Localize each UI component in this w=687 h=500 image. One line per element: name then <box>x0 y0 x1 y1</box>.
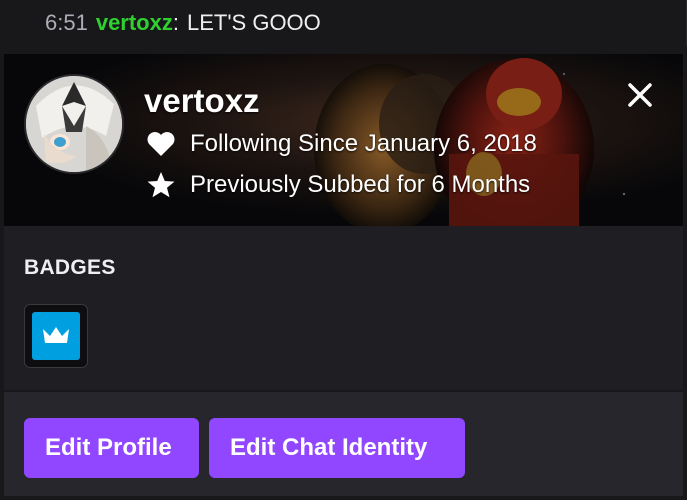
badge-icon-bg <box>32 312 80 360</box>
star-icon <box>147 172 175 198</box>
chat-timestamp: 6:51 <box>45 10 88 35</box>
chat-username[interactable]: vertoxz <box>96 10 173 36</box>
badge-item[interactable] <box>24 304 88 368</box>
chat-colon: : <box>172 10 179 35</box>
user-card: vertoxz Following Since January 6, 2018 … <box>4 54 683 500</box>
close-icon <box>628 83 652 107</box>
edit-chat-identity-button[interactable]: Edit Chat Identity <box>209 418 465 478</box>
chat-message-line: 6:51 vertoxz : LET'S GOOO <box>0 0 687 46</box>
chat-message-text: LET'S GOOO <box>187 10 321 35</box>
card-actions: Edit Profile Edit Chat Identity <box>4 392 683 500</box>
avatar-image <box>26 76 122 172</box>
heart-icon <box>147 132 175 156</box>
close-button[interactable] <box>623 78 657 112</box>
following-since-text: Following Since January 6, 2018 <box>190 130 537 157</box>
subscription-status-text: Previously Subbed for 6 Months <box>190 171 531 198</box>
following-info: Following Since January 6, 2018 <box>146 130 537 158</box>
crown-icon <box>43 327 69 343</box>
badges-title: BADGES <box>24 256 116 279</box>
card-username: vertoxz <box>144 82 260 119</box>
subscription-info: Previously Subbed for 6 Months <box>146 170 530 200</box>
bottom-edge <box>0 496 687 500</box>
badges-section: BADGES <box>4 226 683 390</box>
edit-profile-button[interactable]: Edit Profile <box>24 418 199 478</box>
avatar[interactable] <box>24 74 124 174</box>
